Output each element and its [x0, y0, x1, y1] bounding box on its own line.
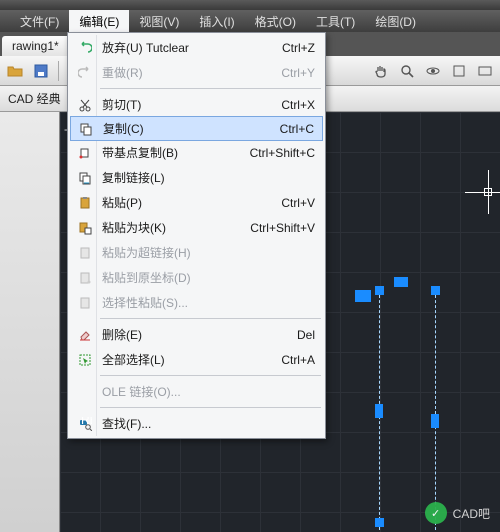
erase-icon	[72, 328, 98, 342]
menu-separator	[100, 375, 321, 376]
grip-handle[interactable]	[375, 404, 383, 418]
crosshair-horizontal	[465, 192, 500, 193]
menu-separator	[100, 407, 321, 408]
menu-paste-special: 选择性粘贴(S)...	[70, 290, 323, 315]
zoom-icon[interactable]	[398, 62, 416, 80]
paste-icon	[72, 196, 98, 210]
menu-redo: 重做(R) Ctrl+Y	[70, 60, 323, 85]
edit-menu-dropdown: 放弃(U) Tutclear Ctrl+Z 重做(R) Ctrl+Y 剪切(T)…	[67, 32, 326, 439]
menu-label: 选择性粘贴(S)...	[98, 294, 315, 311]
menu-label: OLE 链接(O)...	[98, 383, 315, 400]
menu-view[interactable]: 视图(V)	[129, 10, 189, 33]
menu-copy-base[interactable]: 带基点复制(B) Ctrl+Shift+C	[70, 140, 323, 165]
menu-label: 查找(F)...	[98, 415, 315, 432]
menu-shortcut: Ctrl+A	[275, 353, 315, 367]
find-icon: RBC	[72, 417, 98, 431]
menu-label: 粘贴为超链接(H)	[98, 244, 315, 261]
menu-tools[interactable]: 工具(T)	[306, 10, 365, 33]
menu-label: 删除(E)	[98, 326, 291, 343]
tool-extra-icon[interactable]	[450, 62, 468, 80]
undo-icon	[72, 41, 98, 55]
menu-shortcut: Del	[291, 328, 315, 342]
menu-file[interactable]: 文件(F)	[10, 10, 69, 33]
redo-icon	[72, 66, 98, 80]
menu-select-all[interactable]: 全部选择(L) Ctrl+A	[70, 347, 323, 372]
menu-undo[interactable]: 放弃(U) Tutclear Ctrl+Z	[70, 35, 323, 60]
menu-label: 剪切(T)	[98, 96, 275, 113]
menu-format[interactable]: 格式(O)	[245, 10, 306, 33]
menu-erase[interactable]: 删除(E) Del	[70, 322, 323, 347]
menu-shortcut: Ctrl+Z	[276, 41, 315, 55]
menu-paste-orig: 粘贴到原坐标(D)	[70, 265, 323, 290]
menu-label: 粘贴到原坐标(D)	[98, 269, 315, 286]
orbit-icon[interactable]	[424, 62, 442, 80]
menu-paste-block[interactable]: 粘贴为块(K) Ctrl+Shift+V	[70, 215, 323, 240]
grip-handle[interactable]	[375, 286, 384, 295]
grip-handle[interactable]	[375, 518, 384, 527]
open-icon[interactable]	[6, 62, 24, 80]
grip-handle[interactable]	[394, 277, 408, 287]
menu-shortcut: Ctrl+C	[274, 122, 314, 136]
watermark-text: CAD吧	[453, 505, 490, 522]
copy-icon	[73, 122, 99, 136]
menu-find[interactable]: RBC 查找(F)...	[70, 411, 323, 436]
menu-shortcut: Ctrl+Shift+V	[244, 221, 315, 235]
title-bar	[0, 0, 500, 10]
menu-draw[interactable]: 绘图(D)	[365, 10, 426, 33]
menu-shortcut: Ctrl+V	[275, 196, 315, 210]
select-all-icon	[72, 353, 98, 367]
menu-label: 带基点复制(B)	[98, 144, 244, 161]
menu-shortcut: Ctrl+X	[275, 98, 315, 112]
tool-extra2-icon[interactable]	[476, 62, 494, 80]
save-icon[interactable]	[32, 62, 50, 80]
menu-edit[interactable]: 编辑(E)	[69, 10, 129, 33]
menu-shortcut: Ctrl+Y	[275, 66, 315, 80]
copy-base-icon	[72, 146, 98, 160]
menu-ole-links: OLE 链接(O)...	[70, 379, 323, 404]
paste-orig-icon	[72, 271, 98, 285]
menu-shortcut: Ctrl+Shift+C	[244, 146, 315, 160]
menu-separator	[100, 318, 321, 319]
menu-cut[interactable]: 剪切(T) Ctrl+X	[70, 92, 323, 117]
paste-link-icon	[72, 246, 98, 260]
menu-paste-link: 粘贴为超链接(H)	[70, 240, 323, 265]
menu-label: 放弃(U) Tutclear	[98, 39, 276, 56]
crosshair-pickbox	[484, 188, 492, 196]
menu-paste[interactable]: 粘贴(P) Ctrl+V	[70, 190, 323, 215]
grip-handle[interactable]	[355, 290, 371, 302]
menu-separator	[100, 88, 321, 89]
left-toolbar[interactable]	[0, 112, 60, 532]
menu-label: 复制链接(L)	[98, 169, 309, 186]
paste-special-icon	[72, 296, 98, 310]
grip-handle[interactable]	[431, 286, 440, 295]
selection-line	[435, 290, 436, 530]
menu-insert[interactable]: 插入(I)	[189, 10, 244, 33]
menu-copy[interactable]: 复制(C) Ctrl+C	[70, 116, 323, 141]
paste-block-icon	[72, 221, 98, 235]
menu-label: 重做(R)	[98, 64, 275, 81]
menu-label: 粘贴为块(K)	[98, 219, 244, 236]
watermark: ✓ CAD吧	[425, 502, 490, 524]
menu-label: 复制(C)	[99, 120, 274, 137]
cut-icon	[72, 98, 98, 112]
copy-link-icon	[72, 171, 98, 185]
menu-label: 粘贴(P)	[98, 194, 275, 211]
menu-copy-link[interactable]: 复制链接(L)	[70, 165, 323, 190]
menu-bar: 文件(F) 编辑(E) 视图(V) 插入(I) 格式(O) 工具(T) 绘图(D…	[0, 10, 500, 32]
wechat-icon: ✓	[425, 502, 447, 524]
grip-handle[interactable]	[431, 414, 439, 428]
pan-icon[interactable]	[372, 62, 390, 80]
menu-label: 全部选择(L)	[98, 351, 275, 368]
